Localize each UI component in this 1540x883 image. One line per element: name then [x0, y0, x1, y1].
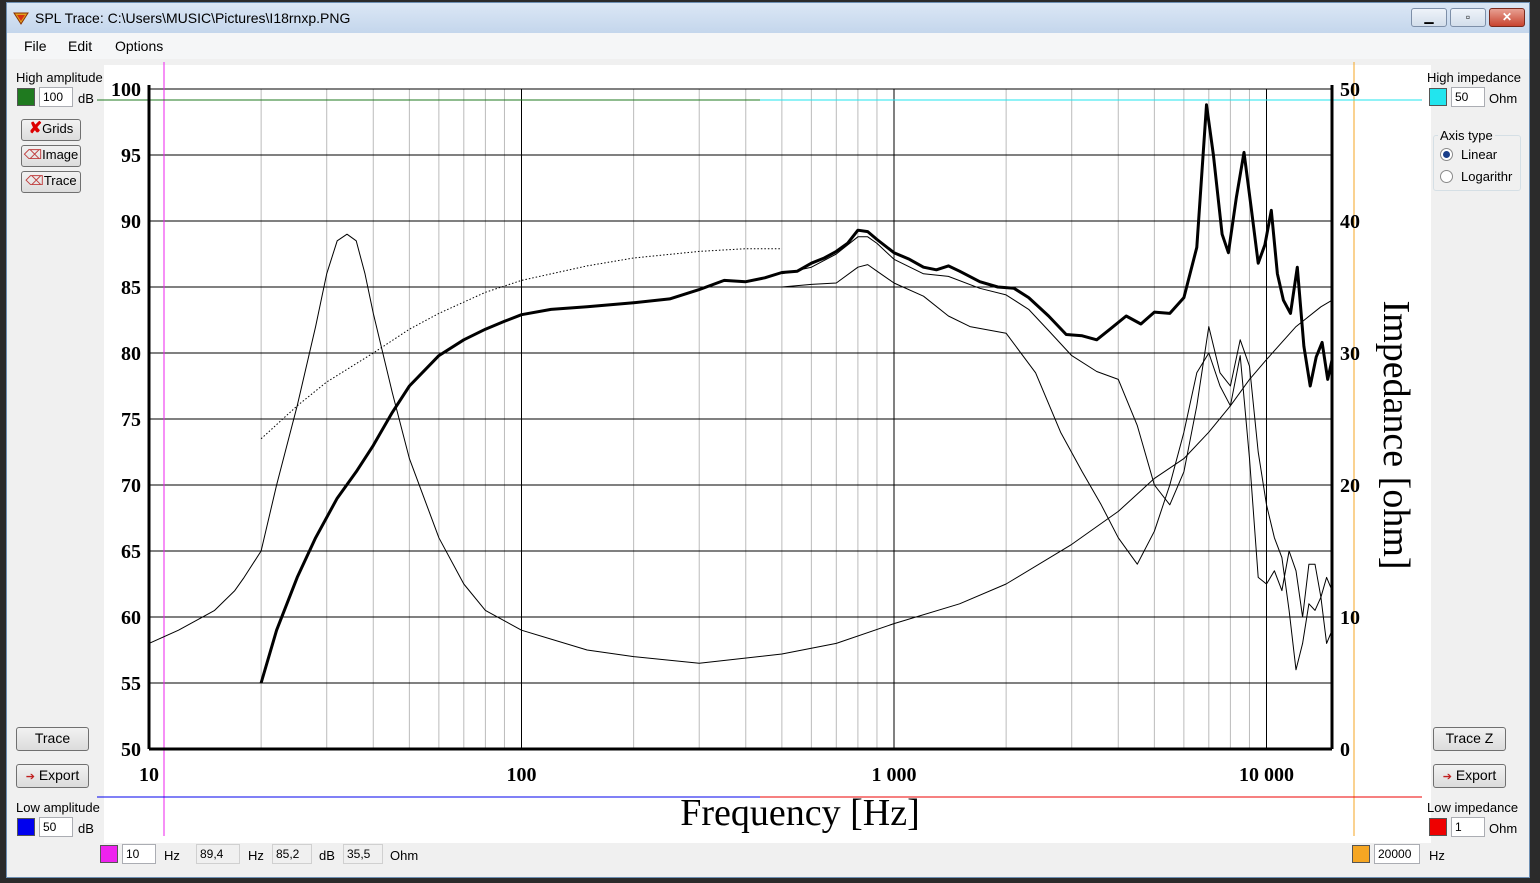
menu-file[interactable]: File — [24, 38, 47, 54]
close-button[interactable]: ✕ — [1489, 8, 1525, 27]
low-amplitude-input[interactable]: 50 — [39, 817, 73, 837]
trace-button[interactable]: Trace — [16, 727, 89, 751]
axis-type-label: Axis type — [1438, 128, 1495, 143]
menu-options[interactable]: Options — [115, 38, 163, 54]
eraser-icon: ⌫ — [25, 173, 44, 188]
delete-icon: ✘ — [28, 120, 43, 137]
low-amplitude-label: Low amplitude — [16, 800, 100, 815]
low-impedance-label: Low impedance — [1427, 800, 1519, 815]
minimize-icon: ▁ — [1424, 10, 1434, 24]
export-impedance-label: Export — [1455, 767, 1497, 783]
high-impedance-color[interactable] — [1429, 88, 1447, 106]
grids-button-label: Grids — [42, 121, 74, 136]
image-button-label: Image — [42, 147, 79, 162]
axis-log-radio[interactable] — [1440, 170, 1453, 183]
low-frequency-unit: Hz — [164, 848, 180, 863]
axis-linear-radio[interactable] — [1440, 148, 1453, 161]
high-impedance-input[interactable]: 50 — [1451, 87, 1485, 107]
high-amplitude-label: High amplitude — [16, 70, 103, 85]
axis-linear-label[interactable]: Linear — [1461, 147, 1497, 162]
high-frequency-color[interactable] — [1352, 845, 1370, 863]
high-impedance-label: High impedance — [1427, 70, 1521, 85]
trace-tool-button-label: Trace — [43, 173, 77, 188]
cursor-impedance-unit: Ohm — [390, 848, 419, 863]
close-icon: ✕ — [1501, 10, 1513, 24]
export-impedance-button[interactable]: ➔ Export — [1433, 764, 1506, 788]
plot-area[interactable] — [104, 65, 1431, 843]
export-amplitude-button[interactable]: ➔ Export — [16, 764, 89, 788]
title-bar[interactable]: SPL Trace: C:\Users\MUSIC\Pictures\I18rn… — [7, 3, 1529, 33]
cursor-spl-unit: dB — [319, 848, 335, 863]
high-frequency-input[interactable]: 20000 — [1374, 844, 1420, 864]
window-title: SPL Trace: C:\Users\MUSIC\Pictures\I18rn… — [35, 10, 351, 26]
menu-bar: File Edit Options — [7, 33, 1529, 59]
axis-log-label[interactable]: Logarithr — [1461, 169, 1512, 184]
low-impedance-color[interactable] — [1429, 818, 1447, 836]
high-impedance-unit: Ohm — [1489, 91, 1518, 106]
cursor-impedance: 35,5 — [343, 844, 383, 864]
low-amplitude-color[interactable] — [17, 818, 35, 836]
high-frequency-unit: Hz — [1429, 848, 1445, 863]
trace-z-button[interactable]: Trace Z — [1433, 727, 1506, 751]
cursor-spl: 85,2 — [272, 844, 312, 864]
menu-edit[interactable]: Edit — [68, 38, 92, 54]
app-icon — [13, 12, 29, 25]
export-icon: ➔ — [1442, 771, 1452, 783]
export-icon: ➔ — [25, 771, 35, 783]
export-amplitude-label: Export — [38, 767, 80, 783]
eraser-icon: ⌫ — [23, 147, 43, 162]
high-amplitude-input[interactable]: 100 — [39, 87, 73, 107]
low-impedance-unit: Ohm — [1489, 821, 1518, 836]
low-frequency-color[interactable] — [100, 845, 118, 863]
image-button[interactable]: ⌫Image — [21, 145, 81, 167]
low-frequency-input[interactable]: 10 — [122, 844, 156, 864]
maximize-icon: ▫ — [1465, 10, 1471, 24]
app-window: SPL Trace: C:\Users\MUSIC\Pictures\I18rn… — [6, 2, 1530, 878]
high-amplitude-color[interactable] — [17, 88, 35, 106]
low-impedance-input[interactable]: 1 — [1451, 817, 1485, 837]
trace-tool-button[interactable]: ⌫Trace — [21, 171, 81, 193]
low-amplitude-unit: dB — [78, 821, 94, 836]
cursor-frequency: 89,4 — [196, 844, 240, 864]
maximize-button[interactable]: ▫ — [1450, 8, 1486, 27]
minimize-button[interactable]: ▁ — [1411, 8, 1447, 27]
cursor-frequency-unit: Hz — [248, 848, 264, 863]
high-amplitude-unit: dB — [78, 91, 94, 106]
grids-button[interactable]: ✘Grids — [21, 119, 81, 141]
